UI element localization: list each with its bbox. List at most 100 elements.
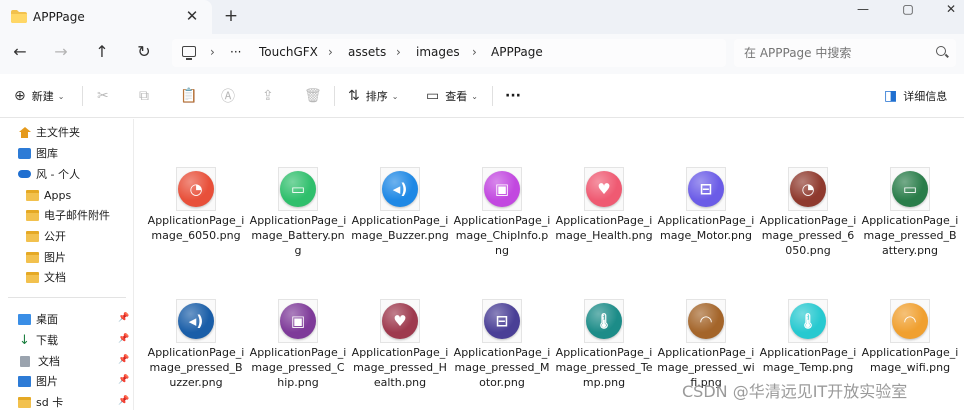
new-tab-button[interactable]: + <box>222 6 240 26</box>
sidebar-item-email-attachments[interactable]: 电子邮件附件 <box>26 205 110 225</box>
details-button[interactable]: ◨ 详细信息 <box>884 86 947 106</box>
maximize-button[interactable]: ▢ <box>897 2 919 18</box>
file-item[interactable]: ◔ ApplicationPage_image_pressed_6050.png <box>759 167 857 287</box>
breadcrumb[interactable]: › ··· TouchGFX › assets › images › APPPa… <box>172 39 726 67</box>
sidebar-item-apps[interactable]: Apps <box>26 185 71 205</box>
sidebar-item-home[interactable]: 主文件夹 <box>18 122 80 142</box>
pin-icon[interactable]: 📌 <box>118 334 129 344</box>
file-name: ApplicationPage_image_ChipInfo.png <box>453 214 551 257</box>
breadcrumb-more[interactable]: ··· <box>230 45 241 59</box>
sidebar-item-pictures-cloud[interactable]: 图片 <box>26 247 66 267</box>
up-button[interactable]: ↑ <box>89 39 115 65</box>
view-button[interactable]: ▭ 查看 ⌄ <box>426 86 478 106</box>
search-box[interactable] <box>734 39 956 67</box>
gyroscope-icon: ◔ <box>801 180 815 198</box>
close-window-button[interactable]: ✕ <box>940 2 962 18</box>
file-item[interactable]: ⊟ ApplicationPage_image_pressed_Motor.pn… <box>453 299 551 410</box>
sidebar-divider <box>8 297 126 298</box>
file-item[interactable]: ▣ ApplicationPage_image_pressed_Chip.png <box>249 299 347 410</box>
refresh-button[interactable]: ↻ <box>131 39 157 65</box>
breadcrumb-assets[interactable]: assets <box>348 45 386 59</box>
watermark: CSDN @华清远见IT开放实验室 <box>682 382 908 401</box>
pin-icon[interactable]: 📌 <box>118 313 129 323</box>
sidebar-item-onedrive[interactable]: 风 - 个人 <box>18 164 80 184</box>
divider <box>492 86 493 106</box>
file-item[interactable]: ⊟ ApplicationPage_image_Motor.png <box>657 167 755 287</box>
file-name: ApplicationPage_image_pressed_6050.png <box>759 214 857 257</box>
back-button[interactable]: ← <box>7 39 33 65</box>
png-thumbnail: ▣ <box>276 299 320 343</box>
rename-button[interactable]: Ⓐ <box>221 86 241 106</box>
desktop-icon <box>18 313 31 325</box>
drive-icon <box>18 396 31 408</box>
download-icon: ↓ <box>19 332 30 348</box>
sidebar-item-documents-cloud[interactable]: 文档 <box>26 267 66 287</box>
delete-button[interactable]: 🗑 <box>304 86 328 106</box>
file-name: ApplicationPage_image_pressed_Health.png <box>351 346 449 389</box>
file-item[interactable]: ▭ ApplicationPage_image_pressed_Battery.… <box>861 167 959 287</box>
sidebar-item-label: Apps <box>44 188 72 202</box>
new-button[interactable]: ⊕ 新建 ⌄ <box>14 86 64 106</box>
breadcrumb-images[interactable]: images <box>416 45 460 59</box>
folder-icon <box>26 189 39 201</box>
sidebar-item-sd-card[interactable]: sd 卡 <box>18 392 63 410</box>
search-input[interactable] <box>744 44 924 62</box>
file-item[interactable]: ◂) ApplicationPage_image_pressed_Buzzer.… <box>147 299 245 410</box>
sidebar-item-label: 下载 <box>36 334 58 347</box>
pin-icon[interactable]: 📌 <box>118 396 129 406</box>
sidebar-item-downloads[interactable]: ↓ 下载 <box>18 330 58 350</box>
chevron-right-icon[interactable]: › <box>396 45 401 59</box>
png-thumbnail: ◂) <box>378 167 422 211</box>
png-thumbnail: ♥ <box>378 299 422 343</box>
more-options-button[interactable]: ··· <box>505 86 521 106</box>
paste-button[interactable]: 📋 <box>180 86 203 106</box>
search-icon[interactable] <box>936 46 946 56</box>
sort-icon: ⇅ <box>348 88 360 104</box>
sort-button[interactable]: ⇅ 排序 ⌄ <box>348 86 398 106</box>
folder-icon <box>26 230 39 242</box>
pictures-icon <box>18 375 31 387</box>
file-item[interactable]: ♥ ApplicationPage_image_pressed_Health.p… <box>351 299 449 410</box>
file-item[interactable]: ▭ ApplicationPage_image_Battery.png <box>249 167 347 287</box>
wifi-icon: ◠ <box>904 312 916 330</box>
file-item[interactable]: ▣ ApplicationPage_image_ChipInfo.png <box>453 167 551 287</box>
file-item[interactable]: ◔ ApplicationPage_image_6050.png <box>147 167 245 287</box>
onedrive-icon <box>18 170 31 178</box>
tab-close-icon[interactable]: ✕ <box>184 7 200 25</box>
chip-icon: ▣ <box>290 312 306 330</box>
chevron-right-icon[interactable]: › <box>210 45 215 59</box>
sidebar-item-public[interactable]: 公开 <box>26 226 66 246</box>
file-item[interactable]: ♥ ApplicationPage_image_Health.png <box>555 167 653 287</box>
heart-icon: ♥ <box>597 180 611 198</box>
breadcrumb-apppage[interactable]: APPPage <box>491 45 543 59</box>
share-button[interactable]: ⇪ <box>262 86 280 106</box>
thermometer-icon: 🌡 <box>594 312 614 330</box>
copy-button[interactable]: ⧉ <box>139 86 155 106</box>
sidebar-item-gallery[interactable]: 图库 <box>18 143 58 163</box>
sidebar-item-documents[interactable]: 文档 <box>20 351 60 371</box>
file-item[interactable]: 🌡 ApplicationPage_image_pressed_Temp.png <box>555 299 653 410</box>
folder-icon <box>26 209 39 221</box>
pin-icon[interactable]: 📌 <box>118 355 129 365</box>
cut-button[interactable]: ✂ <box>97 86 115 106</box>
sidebar-item-pictures[interactable]: 图片 <box>18 371 58 391</box>
png-thumbnail: ▭ <box>888 167 932 211</box>
computer-icon[interactable] <box>182 46 196 60</box>
buzzer-icon: ◂) <box>188 312 204 330</box>
minimize-button[interactable]: — <box>852 2 874 18</box>
tab-apppage[interactable]: APPPage ✕ <box>0 0 212 34</box>
file-name: ApplicationPage_image_Motor.png <box>657 214 755 242</box>
sidebar-item-label: 图库 <box>36 147 58 160</box>
chevron-right-icon[interactable]: › <box>472 45 477 59</box>
forward-button[interactable]: → <box>48 39 74 65</box>
tab-title: APPPage <box>33 10 85 24</box>
sidebar-item-label: 桌面 <box>36 313 58 326</box>
file-item[interactable]: ◂) ApplicationPage_image_Buzzer.png <box>351 167 449 287</box>
chevron-right-icon[interactable]: › <box>328 45 333 59</box>
breadcrumb-touchgfx[interactable]: TouchGFX <box>259 45 318 59</box>
png-thumbnail: ◔ <box>174 167 218 211</box>
pin-icon[interactable]: 📌 <box>118 375 129 385</box>
chevron-down-icon: ⌄ <box>391 91 399 101</box>
sidebar-item-desktop[interactable]: 桌面 <box>18 309 58 329</box>
png-thumbnail: ⊟ <box>684 167 728 211</box>
